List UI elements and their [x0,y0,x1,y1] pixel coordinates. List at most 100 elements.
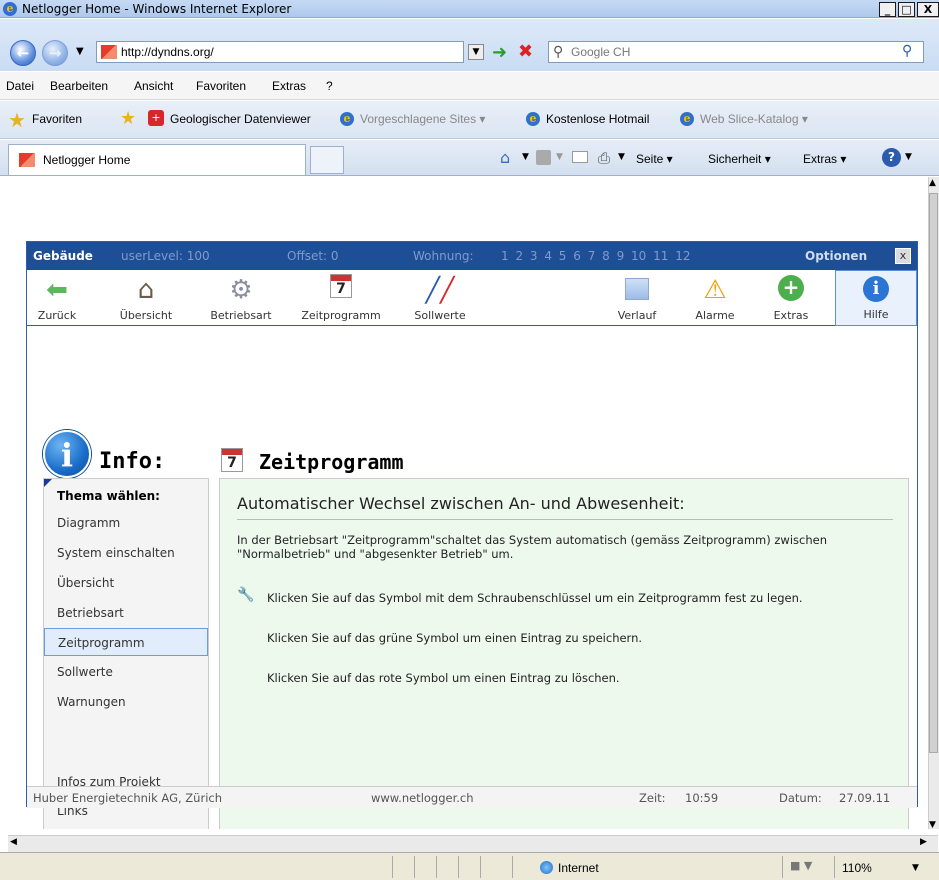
home-dropdown-icon[interactable]: ▼ [522,152,529,162]
protected-mode-icon[interactable]: ■ ▼ [790,859,812,872]
search-input[interactable]: ⚲ Google CH [548,41,924,63]
sidebar-item-zeitprogramm[interactable]: Zeitprogramm [44,628,208,656]
zoom-level[interactable]: 110% [842,861,872,875]
maximize-button[interactable]: □ [898,2,915,17]
address-input[interactable]: http://dyndns.org/ [96,41,464,63]
menu-datei[interactable]: Datei [6,79,34,93]
chart-icon [625,278,649,300]
fav-web-slice[interactable]: Web Slice-Katalog ▾ [700,112,808,126]
search-go-icon[interactable]: ⚲ [902,43,912,59]
tab-bar: Netlogger Home ⌂ ▼ ▼ ⎙ ▼ Seite ▾ Sicherh… [0,140,939,176]
title-bar: e Netlogger Home - Windows Internet Expl… [0,0,939,18]
favorites-button[interactable]: Favoriten [32,112,82,126]
scroll-left-icon[interactable]: ◀ [10,837,17,847]
tab-label: Netlogger Home [43,153,131,167]
search-placeholder: Google CH [571,45,631,59]
minimize-button[interactable]: _ [879,2,896,17]
sidebar-item-uebersicht[interactable]: Übersicht [44,569,208,597]
netlogger-app: Gebäude userLevel: 100 Offset: 0 Wohnung… [26,241,918,829]
scroll-up-icon[interactable]: ▲ [929,178,936,188]
sidebar-header: Thema wählen: [57,489,160,503]
back-icon[interactable]: ← [10,40,36,66]
toolbar-history[interactable]: Verlauf [609,270,665,326]
toolbar-back[interactable]: ⬅ Zurück [29,270,85,326]
app-toolbar: ⬅ Zurück ⌂ Übersicht ⚙ Betriebsart 7 Zei… [27,270,917,326]
stop-icon[interactable]: ✖ [518,41,533,62]
menu-ansicht[interactable]: Ansicht [134,79,173,93]
sidebar-item-system-einschalten[interactable]: System einschalten [44,539,208,567]
toolbar-setpoints[interactable]: ╱╱ Sollwerte [399,270,481,326]
mail-icon[interactable] [572,151,588,163]
extras-menu[interactable]: Extras ▾ [803,152,846,166]
feeds-icon[interactable] [536,150,551,165]
vertical-scroll-thumb[interactable] [929,193,938,753]
toolbar-overview[interactable]: ⌂ Übersicht [103,270,189,326]
sidebar-item-sollwerte[interactable]: Sollwerte [44,658,208,686]
tab-netlogger-home[interactable]: Netlogger Home [8,144,306,175]
content-paragraph-mode: In der Betriebsart "Zeitprogramm"schalte… [237,533,827,561]
toolbar-help[interactable]: i Hilfe [835,270,917,326]
warning-icon: ⚠ [703,275,727,305]
wohnung-label: Wohnung: [413,249,474,263]
app-footer: Huber Energietechnik AG, Zürich www.netl… [27,786,917,808]
website-link[interactable]: www.netlogger.ch [371,791,474,805]
swiss-shield-icon: + [148,110,164,126]
help-content-panel: Automatischer Wechsel zwischen An- und A… [219,478,909,829]
print-dropdown-icon[interactable]: ▼ [618,152,625,162]
plus-icon: + [778,275,804,301]
userlevel-text: userLevel: 100 [121,249,210,263]
print-icon[interactable]: ⎙ [598,149,610,167]
fav-suggested-sites[interactable]: Vorgeschlagene Sites ▾ [360,112,485,126]
toolbar-extras[interactable]: + Extras [763,270,819,326]
feeds-dropdown-icon[interactable]: ▼ [556,152,563,162]
options-link[interactable]: Optionen [805,249,867,263]
toolbar-mode[interactable]: ⚙ Betriebsart [199,270,283,326]
forward-icon[interactable]: → [42,40,68,66]
menu-help[interactable]: ? [326,79,333,93]
app-close-button[interactable]: x [895,248,911,264]
favorites-bar: ★ Favoriten ★ + Geologischer Datenviewer… [0,101,939,139]
page-menu[interactable]: Seite ▾ [636,152,673,166]
scroll-down-icon[interactable]: ▼ [929,820,936,830]
back-arrow-icon: ⬅ [46,275,68,305]
address-toolbar: ← → ▼ http://dyndns.org/ ▼ ➜ ✖ ⚲ Google … [0,19,939,71]
toolbar-schedule[interactable]: 7 Zeitprogramm [293,270,389,326]
status-bar: Internet ■ ▼ 110% ▼ [0,852,939,880]
address-dropdown-icon[interactable]: ▼ [468,44,484,60]
company-name: Huber Energietechnik AG, Zürich [33,791,223,805]
fav-hotmail[interactable]: Kostenlose Hotmail [546,112,649,126]
page-content: Gebäude userLevel: 100 Offset: 0 Wohnung… [8,177,928,829]
scroll-right-icon[interactable]: ▶ [920,837,927,847]
horizontal-scrollbar[interactable] [8,835,938,852]
history-dropdown-icon[interactable]: ▼ [76,46,84,57]
menu-favoriten[interactable]: Favoriten [196,79,246,93]
go-icon[interactable]: ➜ [492,42,507,63]
wrench-icon: 🔧 [237,587,255,603]
help-icon[interactable]: ? [882,148,901,167]
info-large-icon: i [43,430,91,478]
security-menu[interactable]: Sicherheit ▾ [708,152,771,166]
add-favorite-icon[interactable]: ★ [120,108,136,129]
new-tab-button[interactable] [310,146,344,174]
globe-icon [540,861,553,874]
help-dropdown-icon[interactable]: ▼ [905,152,912,162]
menu-bearbeiten[interactable]: Bearbeiten [50,79,108,93]
apartment-numbers[interactable]: 1 2 3 4 5 6 7 8 9 10 11 12 [501,249,690,263]
page-title: Zeitprogramm [259,450,404,474]
sidebar-item-diagramm[interactable]: Diagramm [44,509,208,537]
menu-extras[interactable]: Extras [272,79,306,93]
topic-sidebar: Thema wählen: Diagramm System einschalte… [43,478,209,829]
home-icon[interactable]: ⌂ [500,148,510,167]
toolbar-alarms[interactable]: ⚠ Alarme [687,270,743,326]
date-label: Datum: [779,791,822,805]
offset-text: Offset: 0 [287,249,339,263]
info-title: Info: [99,449,166,474]
zone-text: Internet [558,861,599,875]
close-button[interactable]: X [917,2,939,17]
sidebar-item-betriebsart[interactable]: Betriebsart [44,599,208,627]
heading-divider [237,519,893,520]
sidebar-item-warnungen[interactable]: Warnungen [44,688,208,716]
zoom-dropdown-icon[interactable]: ▼ [912,863,919,873]
time-label: Zeit: [639,791,666,805]
fav-geo-viewer[interactable]: Geologischer Datenviewer [170,112,311,126]
